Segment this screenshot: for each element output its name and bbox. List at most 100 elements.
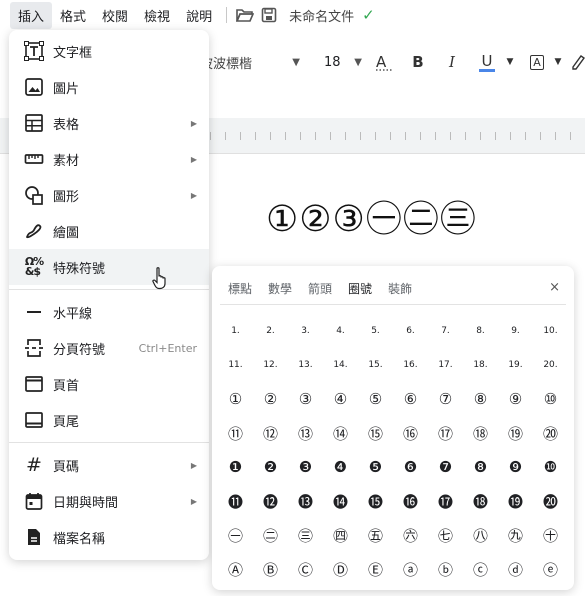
- char-cell[interactable]: ⓮: [323, 484, 358, 518]
- menu-item-table[interactable]: 表格 ▶: [9, 105, 209, 141]
- char-cell[interactable]: 5.: [358, 314, 393, 348]
- bold-button[interactable]: B: [408, 50, 428, 74]
- char-cell[interactable]: ⓓ: [498, 552, 533, 586]
- menu-help[interactable]: 說明: [178, 2, 220, 29]
- menu-insert[interactable]: 插入: [10, 1, 53, 29]
- char-cell[interactable]: ⑬: [288, 416, 323, 450]
- char-cell[interactable]: ⑧: [463, 382, 498, 416]
- menu-item-footer[interactable]: 頁尾: [9, 402, 209, 438]
- char-cell[interactable]: ⓫: [218, 484, 253, 518]
- italic-button[interactable]: I: [442, 50, 462, 74]
- close-icon[interactable]: ×: [549, 280, 560, 295]
- char-cell[interactable]: ❻: [393, 450, 428, 484]
- char-cell[interactable]: Ⓓ: [323, 552, 358, 586]
- char-cell[interactable]: ❸: [288, 450, 323, 484]
- text-border-button[interactable]: A: [526, 50, 548, 74]
- char-cell[interactable]: ㊆: [428, 518, 463, 552]
- char-cell[interactable]: ⓑ: [428, 552, 463, 586]
- char-cell[interactable]: 11.: [218, 348, 253, 382]
- char-cell[interactable]: ㊀: [218, 518, 253, 552]
- char-cell[interactable]: ㊄: [358, 518, 393, 552]
- char-cell[interactable]: ⑫: [253, 416, 288, 450]
- menu-item-text-box[interactable]: 文字框: [9, 33, 209, 69]
- char-cell[interactable]: 16.: [393, 348, 428, 382]
- char-cell[interactable]: 7.: [428, 314, 463, 348]
- char-cell[interactable]: ㊇: [463, 518, 498, 552]
- menu-format[interactable]: 格式: [52, 2, 94, 29]
- char-cell[interactable]: ⓐ: [393, 552, 428, 586]
- document-text[interactable]: ①②③㊀㊁㊂: [266, 190, 477, 242]
- char-cell[interactable]: ⓬: [253, 484, 288, 518]
- char-cell[interactable]: Ⓐ: [218, 552, 253, 586]
- char-cell[interactable]: 9.: [498, 314, 533, 348]
- char-cell[interactable]: 19.: [498, 348, 533, 382]
- char-cell[interactable]: ⑭: [323, 416, 358, 450]
- menu-item-horizontal-line[interactable]: 水平線: [9, 294, 209, 330]
- tab-math[interactable]: 數學: [260, 280, 300, 297]
- char-cell[interactable]: ⓴: [533, 484, 568, 518]
- char-cell[interactable]: ④: [323, 382, 358, 416]
- char-cell[interactable]: ㊈: [498, 518, 533, 552]
- char-cell[interactable]: ⑩: [533, 382, 568, 416]
- char-cell[interactable]: ❹: [323, 450, 358, 484]
- char-cell[interactable]: 17.: [428, 348, 463, 382]
- char-cell[interactable]: ㊂: [288, 518, 323, 552]
- tab-arrows[interactable]: 箭頭: [300, 280, 340, 297]
- char-cell[interactable]: ⑲: [498, 416, 533, 450]
- char-cell[interactable]: ⑰: [428, 416, 463, 450]
- menu-item-shapes[interactable]: 圖形 ▶: [9, 177, 209, 213]
- char-cell[interactable]: ⑮: [358, 416, 393, 450]
- char-cell[interactable]: Ⓒ: [288, 552, 323, 586]
- char-cell[interactable]: 12.: [253, 348, 288, 382]
- char-cell[interactable]: ⓭: [288, 484, 323, 518]
- char-cell[interactable]: ⓔ: [533, 552, 568, 586]
- char-cell[interactable]: 4.: [323, 314, 358, 348]
- char-cell[interactable]: ❶: [218, 450, 253, 484]
- menu-item-special-chars[interactable]: Ω% &$ 特殊符號: [9, 249, 209, 285]
- char-cell[interactable]: 10.: [533, 314, 568, 348]
- tab-decorative[interactable]: 裝飾: [380, 280, 420, 297]
- char-cell[interactable]: ❼: [428, 450, 463, 484]
- menu-item-page-break[interactable]: 分頁符號 Ctrl+Enter: [9, 330, 209, 366]
- char-cell[interactable]: Ⓔ: [358, 552, 393, 586]
- char-cell[interactable]: ㊁: [253, 518, 288, 552]
- char-cell[interactable]: ⑨: [498, 382, 533, 416]
- folder-open-icon[interactable]: [233, 3, 257, 27]
- char-cell[interactable]: 3.: [288, 314, 323, 348]
- menu-item-drawing[interactable]: 繪圖: [9, 213, 209, 249]
- char-cell[interactable]: ❺: [358, 450, 393, 484]
- document-name[interactable]: 未命名文件: [289, 6, 354, 25]
- save-icon[interactable]: [257, 3, 281, 27]
- chevron-down-icon[interactable]: ▼: [552, 50, 564, 74]
- char-cell[interactable]: ㊉: [533, 518, 568, 552]
- char-cell[interactable]: 1.: [218, 314, 253, 348]
- char-cell[interactable]: 15.: [358, 348, 393, 382]
- char-cell[interactable]: ⑳: [533, 416, 568, 450]
- char-cell[interactable]: ⑪: [218, 416, 253, 450]
- text-style-button[interactable]: A: [372, 50, 396, 74]
- char-cell[interactable]: 14.: [323, 348, 358, 382]
- char-cell[interactable]: ⓰: [393, 484, 428, 518]
- menu-view[interactable]: 檢視: [136, 2, 178, 29]
- char-cell[interactable]: ②: [253, 382, 288, 416]
- menu-item-image[interactable]: 圖片: [9, 69, 209, 105]
- tab-circled[interactable]: 圈號: [340, 280, 380, 297]
- char-cell[interactable]: ㊃: [323, 518, 358, 552]
- char-cell[interactable]: 13.: [288, 348, 323, 382]
- char-cell[interactable]: ⓲: [463, 484, 498, 518]
- char-cell[interactable]: 8.: [463, 314, 498, 348]
- char-cell[interactable]: ❾: [498, 450, 533, 484]
- char-cell[interactable]: 18.: [463, 348, 498, 382]
- menu-review[interactable]: 校閱: [94, 2, 136, 29]
- char-cell[interactable]: ❽: [463, 450, 498, 484]
- menu-item-file-name[interactable]: 檔案名稱: [9, 519, 209, 555]
- char-cell[interactable]: ⓳: [498, 484, 533, 518]
- char-cell[interactable]: ⑤: [358, 382, 393, 416]
- char-cell[interactable]: ③: [288, 382, 323, 416]
- char-cell[interactable]: 20.: [533, 348, 568, 382]
- char-cell[interactable]: ⑯: [393, 416, 428, 450]
- underline-button[interactable]: U: [476, 50, 498, 74]
- char-cell[interactable]: ⑱: [463, 416, 498, 450]
- menu-item-assets[interactable]: 素材 ▶: [9, 141, 209, 177]
- char-cell[interactable]: ⑥: [393, 382, 428, 416]
